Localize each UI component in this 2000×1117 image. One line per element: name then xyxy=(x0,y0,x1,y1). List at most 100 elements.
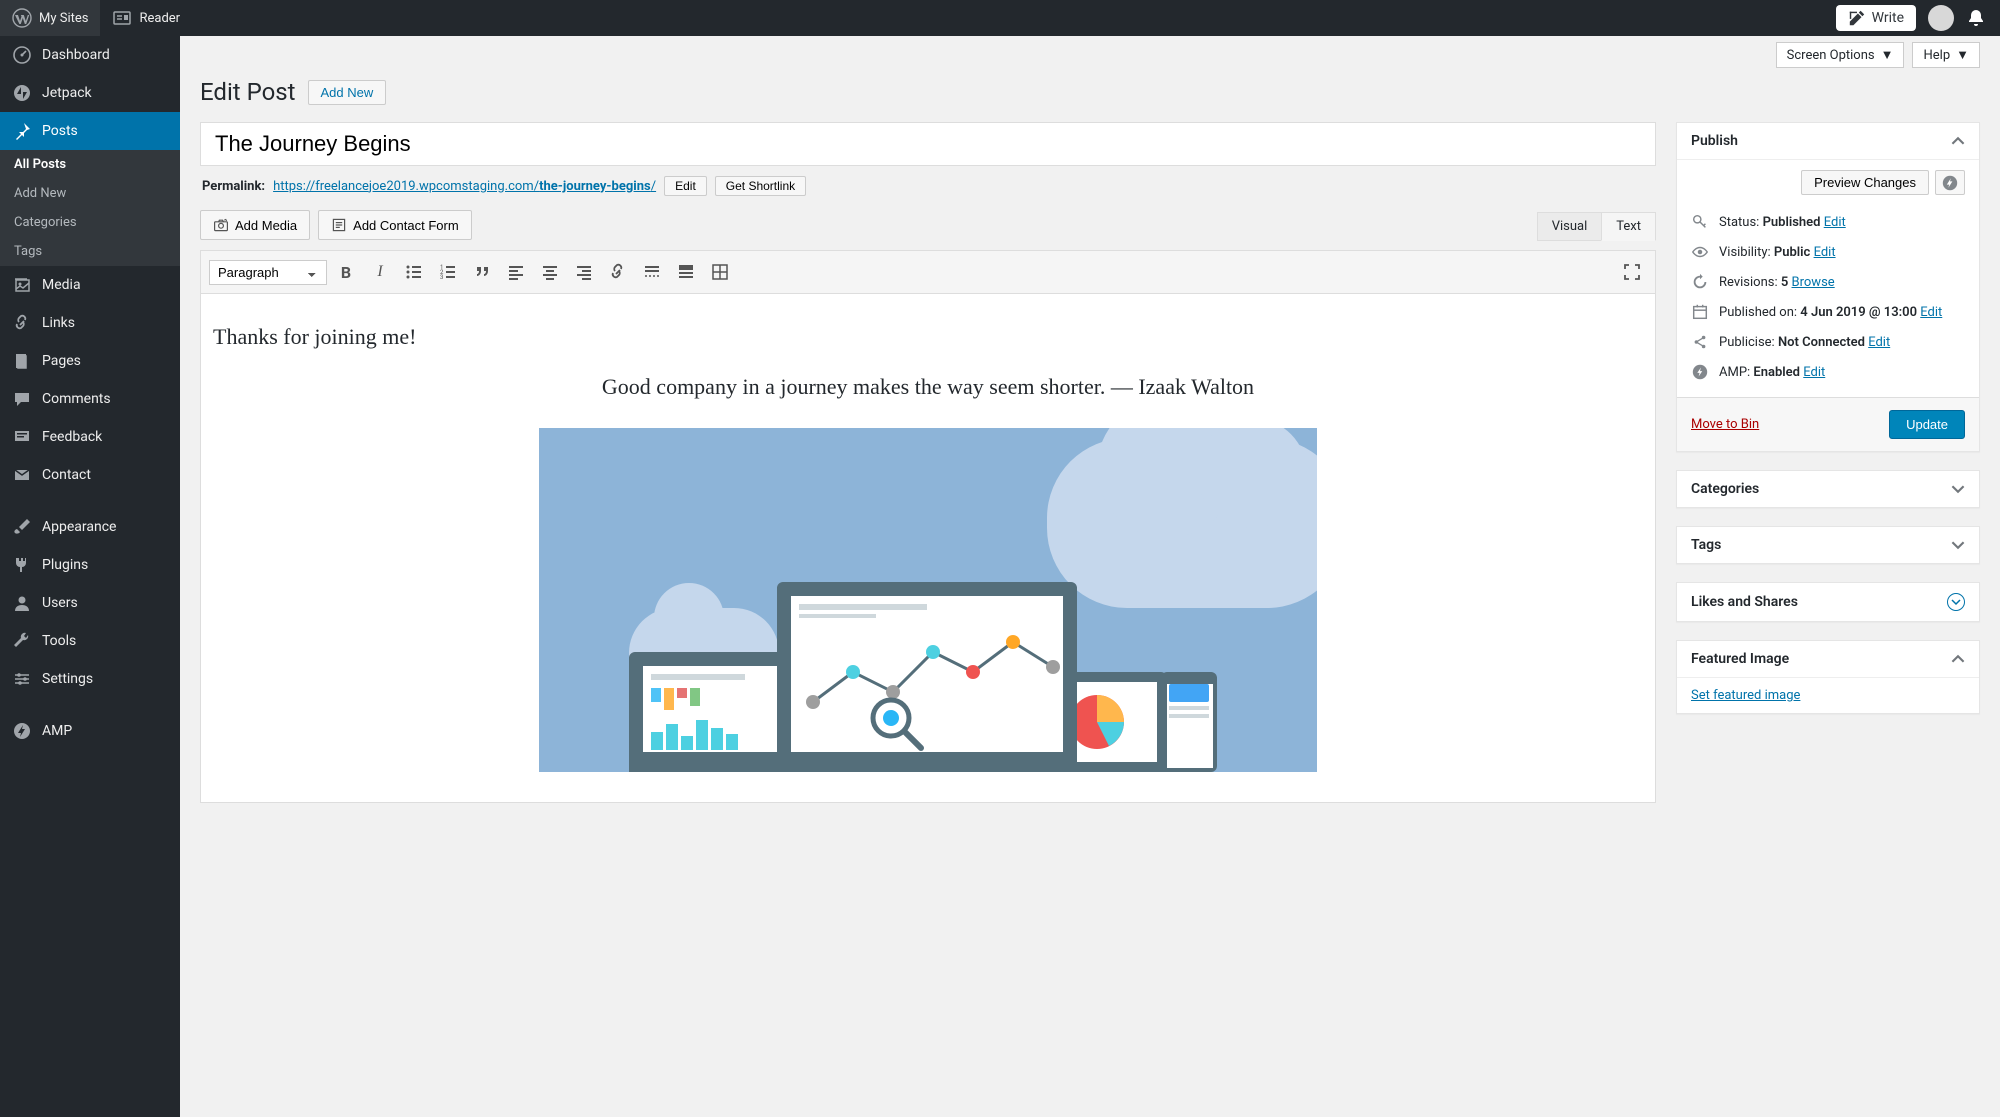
panel-tags-head[interactable]: Tags xyxy=(1677,527,1979,563)
content-paragraph: Thanks for joining me! xyxy=(213,324,1643,350)
help-btn[interactable]: Help ▼ xyxy=(1912,42,1980,68)
tab-text[interactable]: Text xyxy=(1601,212,1656,241)
menu-plugins[interactable]: Plugins xyxy=(0,546,180,584)
numbered-list-button[interactable]: 123 xyxy=(433,257,463,287)
revisions-value: 5 xyxy=(1781,275,1788,290)
align-left-button[interactable] xyxy=(501,257,531,287)
move-to-bin-link[interactable]: Move to Bin xyxy=(1691,417,1759,432)
menu-label: Media xyxy=(42,277,81,293)
wordpress-logo-icon xyxy=(12,8,32,28)
menu-amp[interactable]: AMP xyxy=(0,712,180,750)
edit-slug-button[interactable]: Edit xyxy=(664,176,707,196)
menu-appearance[interactable]: Appearance xyxy=(0,508,180,546)
panel-likes-head[interactable]: Likes and Shares xyxy=(1677,583,1979,621)
menu-feedback[interactable]: Feedback xyxy=(0,418,180,456)
menu-label: Links xyxy=(42,315,75,331)
menu-settings[interactable]: Settings xyxy=(0,660,180,698)
permalink-trail: / xyxy=(651,179,656,194)
align-right-button[interactable] xyxy=(569,257,599,287)
menu-links[interactable]: Links xyxy=(0,304,180,342)
fullscreen-button[interactable] xyxy=(1617,257,1647,287)
menu-comments[interactable]: Comments xyxy=(0,380,180,418)
write-button[interactable]: Write xyxy=(1836,5,1916,31)
notifications-icon[interactable] xyxy=(1966,8,1986,28)
menu-label: Dashboard xyxy=(42,47,110,63)
insert-table-button[interactable] xyxy=(705,257,735,287)
content-quote: Good company in a journey makes the way … xyxy=(253,374,1603,400)
toolbar-toggle-button[interactable] xyxy=(671,257,701,287)
admin-top-bar: My Sites Reader Write xyxy=(0,0,2000,36)
brush-icon xyxy=(12,517,32,537)
menu-posts[interactable]: Posts xyxy=(0,112,180,150)
browse-revisions-link[interactable]: Browse xyxy=(1792,275,1835,290)
sub-categories[interactable]: Categories xyxy=(0,208,180,237)
menu-label: Feedback xyxy=(42,429,102,445)
panel-publish-head[interactable]: Publish xyxy=(1677,123,1979,160)
italic-button[interactable]: I xyxy=(365,257,395,287)
menu-tools[interactable]: Tools xyxy=(0,622,180,660)
update-button[interactable]: Update xyxy=(1889,410,1965,439)
panel-featured-image: Featured Image Set featured image xyxy=(1676,640,1980,714)
share-icon xyxy=(1691,333,1709,351)
permalink-link[interactable]: https://freelancejoe2019.wpcomstaging.co… xyxy=(273,179,656,194)
panel-featured-head[interactable]: Featured Image xyxy=(1677,641,1979,678)
permalink-row: Permalink: https://freelancejoe2019.wpco… xyxy=(200,166,1656,210)
edit-amp-link[interactable]: Edit xyxy=(1803,365,1825,380)
sub-tags[interactable]: Tags xyxy=(0,237,180,266)
jetpack-icon xyxy=(12,83,32,103)
circle-chevron-down-icon xyxy=(1947,593,1965,611)
reader-btn[interactable]: Reader xyxy=(100,0,192,36)
menu-dashboard[interactable]: Dashboard xyxy=(0,36,180,74)
bullet-list-button[interactable] xyxy=(399,257,429,287)
wp-logo-btn[interactable]: My Sites xyxy=(0,0,100,36)
bold-button[interactable]: B xyxy=(331,257,361,287)
quote-button[interactable] xyxy=(467,257,497,287)
page-title: Edit Post xyxy=(200,78,296,106)
sliders-icon xyxy=(12,669,32,689)
plug-icon xyxy=(12,555,32,575)
amp-icon xyxy=(12,721,32,741)
form-icon xyxy=(331,217,347,233)
menu-users[interactable]: Users xyxy=(0,584,180,622)
edit-date-link[interactable]: Edit xyxy=(1920,305,1942,320)
menu-label: Plugins xyxy=(42,557,88,573)
editor-toolbar: Paragraph B I 123 xyxy=(201,251,1655,294)
panel-categories-head[interactable]: Categories xyxy=(1677,471,1979,507)
add-media-button[interactable]: Add Media xyxy=(200,210,310,240)
menu-label: AMP xyxy=(42,723,72,739)
menu-contact[interactable]: Contact xyxy=(0,456,180,494)
my-sites-label: My Sites xyxy=(39,11,88,26)
editor-box: Paragraph B I 123 Tha xyxy=(200,250,1656,803)
screen-options-btn[interactable]: Screen Options ▼ xyxy=(1776,42,1905,68)
add-contact-form-button[interactable]: Add Contact Form xyxy=(318,210,472,240)
key-icon xyxy=(1691,213,1709,231)
add-new-button[interactable]: Add New xyxy=(308,80,387,105)
menu-media[interactable]: Media xyxy=(0,266,180,304)
preview-changes-button[interactable]: Preview Changes xyxy=(1801,170,1929,195)
chevron-up-icon xyxy=(1951,652,1965,666)
sub-add-new[interactable]: Add New xyxy=(0,179,180,208)
format-select[interactable]: Paragraph xyxy=(209,260,327,285)
set-featured-image-link[interactable]: Set featured image xyxy=(1691,688,1800,703)
edit-status-link[interactable]: Edit xyxy=(1824,215,1846,230)
menu-jetpack[interactable]: Jetpack xyxy=(0,74,180,112)
editor-content[interactable]: Thanks for joining me! Good company in a… xyxy=(201,294,1655,802)
user-avatar[interactable] xyxy=(1928,5,1954,31)
visibility-label: Visibility: xyxy=(1719,245,1771,260)
tab-visual[interactable]: Visual xyxy=(1537,212,1603,241)
menu-label: Settings xyxy=(42,671,93,687)
edit-visibility-link[interactable]: Edit xyxy=(1814,245,1836,260)
panel-title: Likes and Shares xyxy=(1691,594,1798,610)
link-button[interactable] xyxy=(603,257,633,287)
revisions-label: Revisions: xyxy=(1719,275,1778,290)
permalink-label: Permalink: xyxy=(202,179,265,194)
more-button[interactable] xyxy=(637,257,667,287)
get-shortlink-button[interactable]: Get Shortlink xyxy=(715,176,806,196)
align-center-button[interactable] xyxy=(535,257,565,287)
edit-publicise-link[interactable]: Edit xyxy=(1868,335,1890,350)
reader-icon xyxy=(112,8,132,28)
post-title-input[interactable] xyxy=(200,122,1656,166)
sub-all-posts[interactable]: All Posts xyxy=(0,150,180,179)
menu-pages[interactable]: Pages xyxy=(0,342,180,380)
amp-preview-button[interactable] xyxy=(1935,170,1965,195)
